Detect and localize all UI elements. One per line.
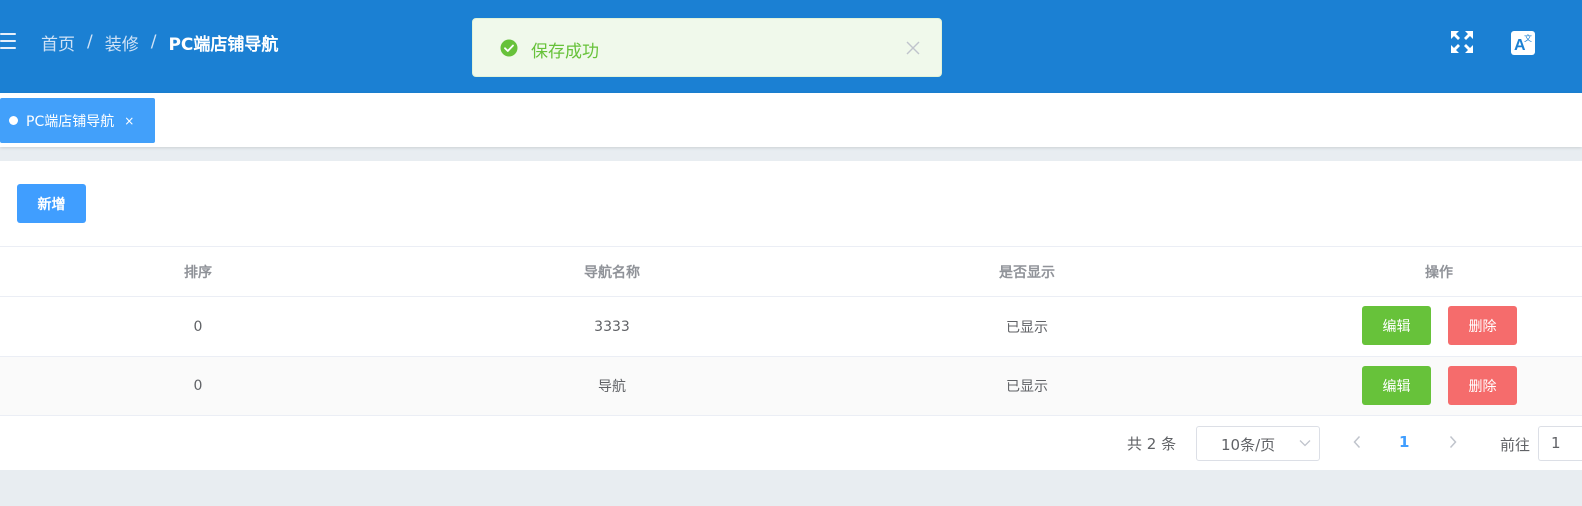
column-header-actions: 操作 — [1425, 264, 1453, 281]
cell-visible: 已显示 — [1006, 319, 1048, 336]
table-header: 排序 导航名称 是否显示 操作 — [0, 246, 1582, 296]
page-number-current[interactable]: 1 — [1399, 433, 1409, 451]
table-row: 0 导航 已显示 编辑 删除 — [0, 356, 1582, 416]
language-icon[interactable]: A 文 — [1510, 30, 1536, 56]
active-dot-icon — [9, 116, 18, 125]
tab-label: PC端店铺导航 — [26, 113, 115, 130]
success-check-icon — [500, 39, 518, 57]
chevron-down-icon — [1298, 436, 1312, 450]
add-button[interactable]: 新增 — [17, 184, 86, 223]
goto-label: 前往 — [1500, 436, 1531, 454]
column-header-name: 导航名称 — [584, 264, 640, 281]
breadcrumb-item-current: PC端店铺导航 — [168, 34, 279, 55]
breadcrumb-item-home[interactable]: 首页 — [41, 30, 75, 55]
menu-icon[interactable] — [0, 31, 16, 51]
column-header-visible: 是否显示 — [999, 264, 1055, 281]
breadcrumb-separator: / — [87, 32, 93, 52]
cell-visible: 已显示 — [1006, 379, 1048, 395]
cell-sort: 0 — [193, 318, 203, 335]
breadcrumb: 首页 / 装修 / PC端店铺导航 — [41, 30, 279, 55]
success-toast: 保存成功 — [472, 18, 942, 77]
fullscreen-icon[interactable] — [1449, 29, 1475, 55]
delete-button[interactable]: 删除 — [1448, 366, 1517, 405]
tab-pc-shop-nav[interactable]: PC端店铺导航 × — [0, 98, 155, 143]
column-header-sort: 排序 — [184, 264, 212, 281]
table-row: 0 3333 已显示 编辑 删除 — [0, 296, 1582, 356]
svg-text:文: 文 — [1524, 33, 1532, 43]
nav-table: 排序 导航名称 是否显示 操作 0 3333 已显示 编辑 删除 0 导航 已显… — [0, 246, 1582, 416]
close-icon[interactable] — [905, 40, 921, 56]
next-page-icon[interactable] — [1447, 434, 1459, 450]
pagination-total: 共 2 条 — [1127, 435, 1177, 453]
edit-button[interactable]: 编辑 — [1362, 366, 1431, 405]
breadcrumb-item-decoration[interactable]: 装修 — [105, 30, 139, 55]
main-content: 新增 排序 导航名称 是否显示 操作 0 3333 已显示 编辑 删除 0 导航… — [0, 161, 1582, 470]
tab-close-icon[interactable]: × — [124, 114, 134, 128]
cell-name: 3333 — [594, 318, 630, 335]
page-size-select[interactable]: 10条/页 — [1196, 426, 1320, 461]
goto-page-input[interactable]: 1 — [1538, 426, 1582, 461]
prev-page-icon[interactable] — [1351, 434, 1363, 450]
edit-button[interactable]: 编辑 — [1362, 306, 1431, 345]
cell-sort: 0 — [193, 378, 203, 394]
tabs-bar: PC端店铺导航 × — [0, 93, 1582, 147]
page-size-value: 10条/页 — [1221, 436, 1276, 454]
cell-name: 导航 — [598, 379, 626, 395]
delete-button[interactable]: 删除 — [1448, 306, 1517, 345]
toast-message: 保存成功 — [531, 42, 599, 62]
breadcrumb-separator: / — [150, 32, 157, 52]
